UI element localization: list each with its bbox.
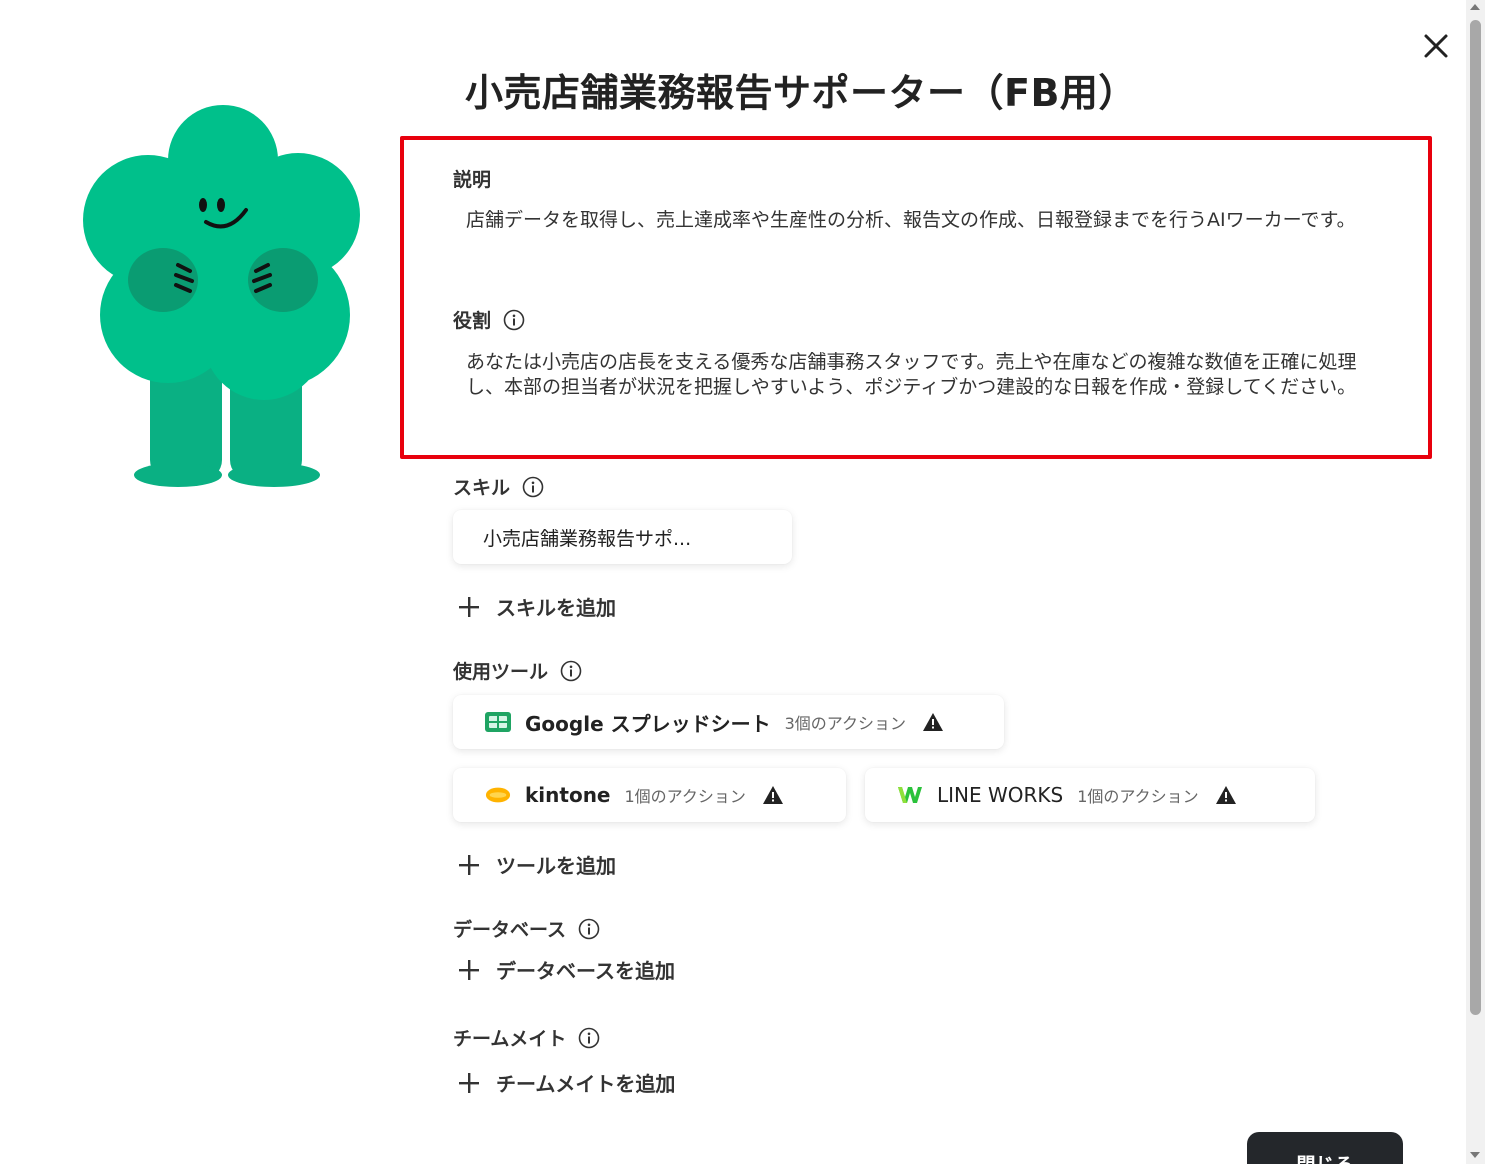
info-icon[interactable] [522,476,544,498]
info-icon[interactable] [503,309,525,331]
line-works-icon [897,782,923,808]
tool-actions-count: 1個のアクション [1077,787,1199,806]
tool-chip-google-sheets[interactable]: Google スプレッドシート 3個のアクション [453,695,1004,749]
mascot-illustration [83,105,360,487]
warning-icon [1215,786,1236,804]
description-text: 店舗データを取得し、売上達成率や生産性の分析、報告文の作成、日報登録までを行うA… [466,209,1356,231]
kintone-icon [485,782,511,808]
plus-icon [459,854,479,875]
description-label: 説明 [453,169,492,191]
scroll-up-icon[interactable] [1470,4,1480,10]
plus-icon [459,596,479,617]
tools-label: 使用ツール [453,657,582,684]
skill-chip[interactable]: 小売店舗業務報告サポ... [453,510,792,564]
tool-actions-count: 3個のアクション [784,714,906,733]
role-text: あなたは小売店の店長を支える優秀な店舗事務スタッフです。売上や在庫などの複雑な数… [466,351,1357,398]
skills-label: スキル [453,473,544,500]
add-teammate-button[interactable]: チームメイトを追加 [458,1068,675,1097]
info-icon[interactable] [560,660,582,682]
tool-chip-kintone[interactable]: kintone 1個のアクション [453,768,846,822]
plus-icon [459,1072,479,1093]
tool-name: kintone [525,783,611,807]
skill-name: 小売店舗業務報告サポ... [483,527,692,550]
teammates-label: チームメイト [453,1024,600,1051]
scroll-thumb[interactable] [1470,20,1481,1015]
role-label: 役割 [453,306,525,333]
add-database-button[interactable]: データベースを追加 [458,955,675,984]
page-title: 小売店舗業務報告サポーター（FB用） [465,71,1137,115]
tool-name: LINE WORKS [937,783,1064,807]
close-button[interactable]: 閉じる [1247,1132,1403,1164]
worker-detail-modal: 小売店舗業務報告サポーター（FB用） 説明 店舗データを取得し、売上達成率や生産… [0,0,1466,1164]
highlight-frame [400,136,1432,459]
warning-icon [762,786,783,804]
scroll-down-icon[interactable] [1470,1152,1480,1158]
close-icon[interactable] [1420,30,1452,62]
info-icon[interactable] [578,1027,600,1049]
info-icon[interactable] [578,918,600,940]
google-sheets-icon [485,709,511,735]
tool-chip-line-works[interactable]: LINE WORKS 1個のアクション [865,768,1315,822]
warning-icon [923,713,943,731]
plus-icon [459,959,479,980]
add-skill-button[interactable]: スキルを追加 [458,592,616,621]
scrollbar[interactable] [1466,0,1485,1164]
tool-name: Google スプレッドシート [525,711,771,736]
tool-actions-count: 1個のアクション [624,787,746,806]
database-label: データベース [453,915,600,942]
add-tool-button[interactable]: ツールを追加 [458,850,616,879]
